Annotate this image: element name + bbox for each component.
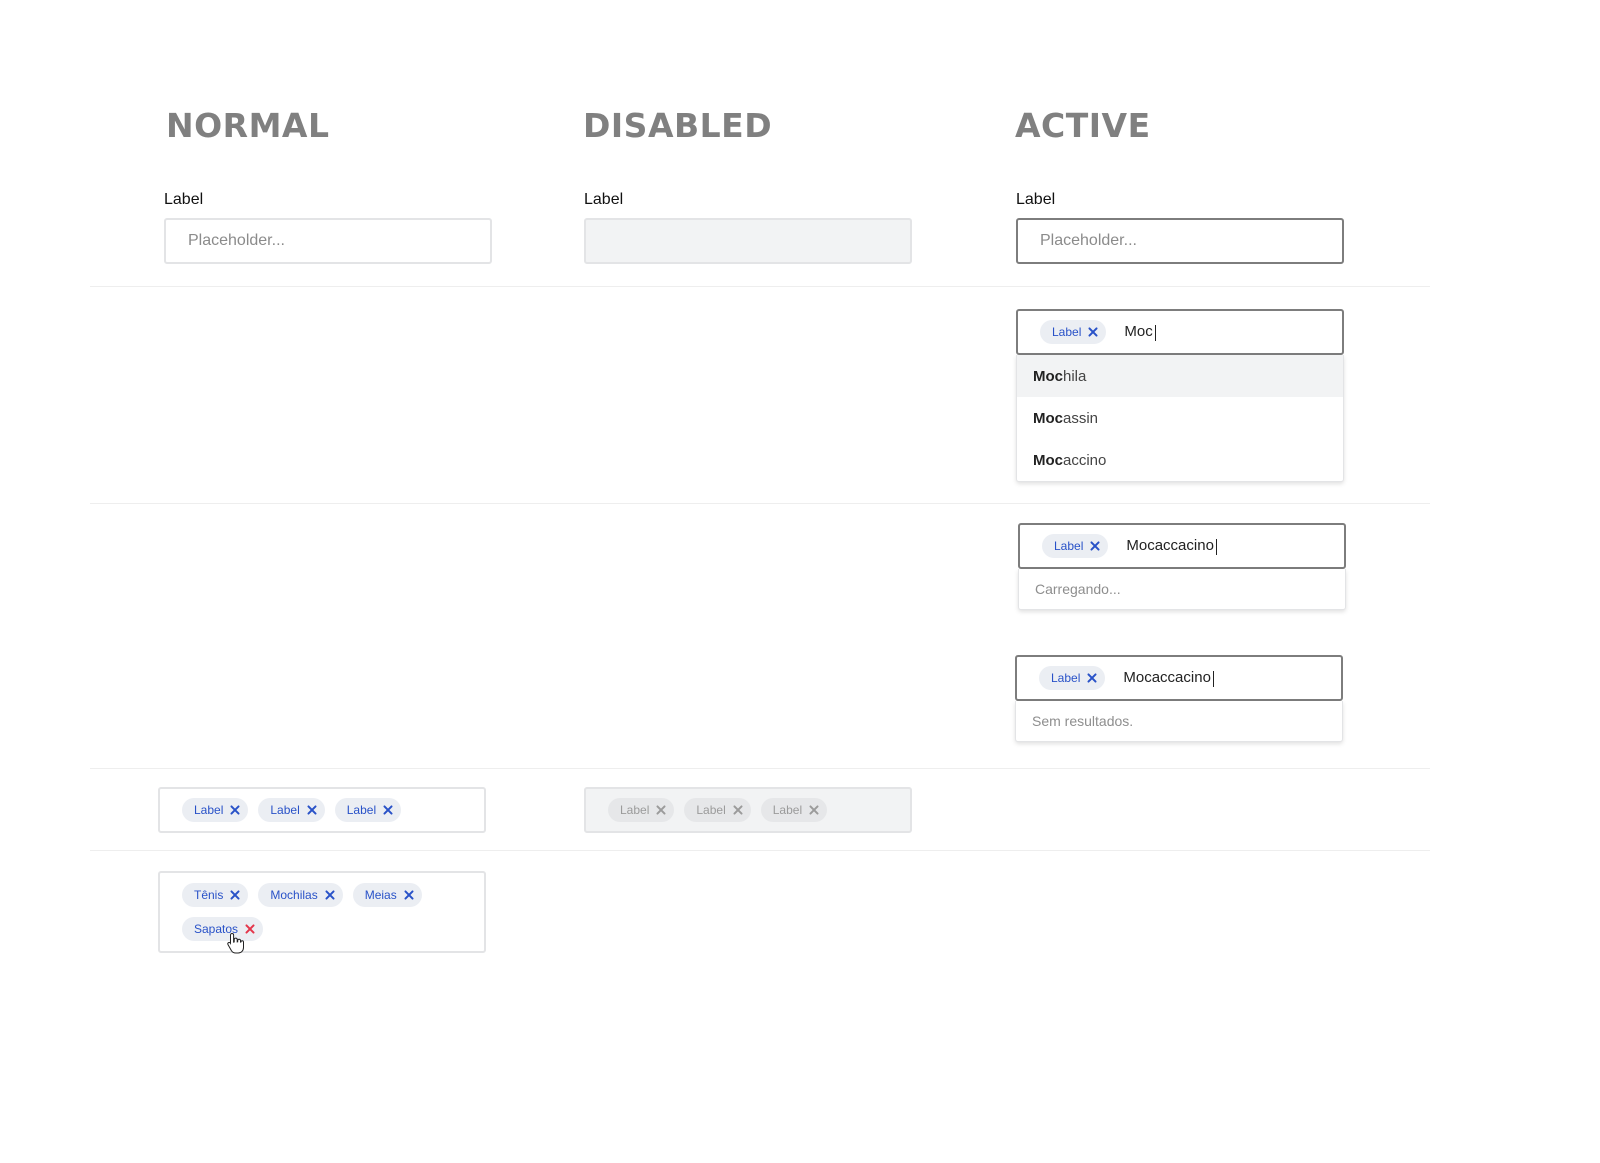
close-icon[interactable] [307, 805, 317, 815]
field-label-active: Label [1016, 191, 1056, 208]
tag-chip-hovered: Sapatos [182, 917, 264, 941]
close-icon[interactable] [383, 805, 393, 815]
tag-label: Label [1054, 539, 1084, 553]
typed-query: Mocaccacino [1126, 537, 1217, 555]
text-caret [1215, 538, 1217, 555]
loading-status: Carregando... [1035, 581, 1121, 597]
autocomplete-input[interactable]: Label Moc [1016, 309, 1344, 355]
selected-tag: Label [1039, 666, 1106, 690]
typed-query: Mocaccacino [1123, 669, 1214, 687]
tag-chip: Meias [352, 883, 422, 907]
tag-chip: Label [334, 798, 402, 822]
tag-label: Label [1052, 325, 1082, 339]
heading-normal: NORMAL [166, 106, 330, 145]
tag-input-multiline[interactable]: Tênis Mochilas Meias Sapatos [158, 871, 486, 953]
suggestion-option[interactable]: Moc assin [1017, 397, 1343, 439]
close-icon[interactable] [325, 890, 335, 900]
input-placeholder: Placeholder... [1040, 232, 1137, 249]
tag-chip: Label [684, 798, 751, 822]
close-icon [809, 805, 819, 815]
suggestion-list: Moc hila Moc assin Moc accino [1016, 355, 1344, 482]
field-label-normal: Label [164, 191, 204, 208]
tag-label: Label [1051, 671, 1081, 685]
autocomplete-input-loading[interactable]: Label Mocaccacino [1018, 523, 1346, 569]
text-caret [1212, 670, 1214, 687]
loading-panel: Carregando... [1018, 569, 1346, 610]
tag-chip: Label [608, 798, 675, 822]
input-placeholder: Placeholder... [188, 232, 285, 249]
heading-active: ACTIVE [1015, 106, 1151, 145]
close-icon [733, 805, 743, 815]
close-icon[interactable] [245, 924, 255, 934]
tag-chip: Label [760, 798, 828, 822]
text-input-normal[interactable]: Placeholder... [164, 218, 492, 264]
close-icon[interactable] [1088, 327, 1098, 337]
suggestion-option[interactable]: Moc hila [1017, 355, 1343, 397]
tag-chip: Label [258, 798, 325, 822]
close-icon[interactable] [1090, 541, 1100, 551]
row-divider [90, 850, 1430, 851]
suggestion-option[interactable]: Moc accino [1017, 439, 1343, 481]
tag-input-normal[interactable]: Label Label Label [158, 787, 486, 833]
selected-tag: Label [1042, 534, 1109, 558]
close-icon[interactable] [1087, 673, 1097, 683]
no-results-status: Sem resultados. [1032, 713, 1134, 729]
close-icon[interactable] [230, 890, 240, 900]
tag-chip: Tênis [182, 883, 249, 907]
row-divider [90, 286, 1430, 287]
text-input-disabled [584, 218, 912, 264]
row-divider [90, 503, 1430, 504]
heading-disabled: DISABLED [583, 106, 773, 145]
tag-chip: Label [182, 798, 249, 822]
hand-pointer-icon [227, 932, 244, 954]
row-divider [90, 768, 1430, 769]
field-label-disabled: Label [584, 191, 624, 208]
selected-tag: Label [1040, 320, 1107, 344]
tag-chip: Mochilas [258, 883, 343, 907]
text-caret [1154, 324, 1156, 341]
autocomplete-input-empty[interactable]: Label Mocaccacino [1015, 655, 1343, 701]
text-input-active[interactable]: Placeholder... [1016, 218, 1344, 264]
close-icon [656, 805, 666, 815]
close-icon[interactable] [404, 890, 414, 900]
close-icon[interactable] [230, 805, 240, 815]
tag-input-disabled: Label Label Label [584, 787, 912, 833]
typed-query: Moc [1124, 323, 1156, 341]
no-results-panel: Sem resultados. [1015, 701, 1343, 742]
